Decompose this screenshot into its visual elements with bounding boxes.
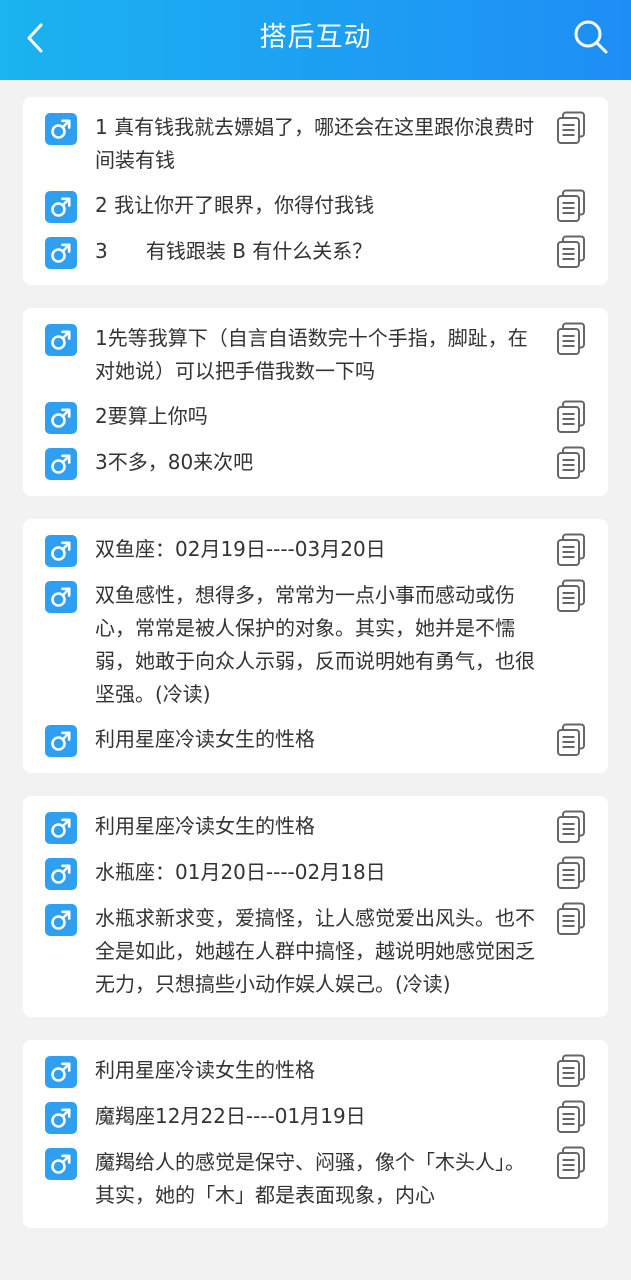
line-card: 1 真有钱我就去嫖娼了，哪还会在这里跟你浪费时间装有钱 2 我让你开了眼界，你得… bbox=[23, 97, 608, 285]
line-text: 3不多，80来次吧 bbox=[95, 450, 254, 474]
copy-icon[interactable] bbox=[556, 579, 586, 613]
list-item[interactable]: 魔羯给人的感觉是保守、闷骚，像个「木头人」。其实，她的「木」都是表面现象，内心 bbox=[23, 1146, 608, 1224]
line-text: 魔羯座12月22日----01月19日 bbox=[95, 1104, 366, 1128]
copy-icon[interactable] bbox=[556, 1054, 586, 1088]
male-icon bbox=[45, 448, 77, 480]
male-icon bbox=[45, 1056, 77, 1088]
copy-icon[interactable] bbox=[556, 723, 586, 757]
list-item[interactable]: 3不多，80来次吧 bbox=[23, 446, 608, 492]
copy-icon[interactable] bbox=[556, 1100, 586, 1134]
line-text: 2 我让你开了眼界，你得付我钱 bbox=[95, 193, 375, 217]
line-text: 1先等我算下（自言自语数完十个手指，脚趾，在对她说）可以把手借我数一下吗 bbox=[95, 326, 528, 383]
list-item[interactable]: 利用星座冷读女生的性格 bbox=[23, 723, 608, 769]
line-text: 1 真有钱我就去嫖娼了，哪还会在这里跟你浪费时间装有钱 bbox=[95, 115, 535, 172]
male-icon bbox=[45, 1148, 77, 1180]
line-text: 双鱼感性，想得多，常常为一点小事而感动或伤心，常常是被人保护的对象。其实，她并是… bbox=[95, 583, 535, 706]
line-text: 双鱼座：02月19日----03月20日 bbox=[95, 537, 386, 561]
male-icon bbox=[45, 858, 77, 890]
copy-icon[interactable] bbox=[556, 533, 586, 567]
male-icon bbox=[45, 904, 77, 936]
male-icon bbox=[45, 581, 77, 613]
male-icon bbox=[45, 725, 77, 757]
copy-icon[interactable] bbox=[556, 322, 586, 356]
card-list: 1 真有钱我就去嫖娼了，哪还会在这里跟你浪费时间装有钱 2 我让你开了眼界，你得… bbox=[23, 97, 608, 1251]
copy-icon[interactable] bbox=[556, 810, 586, 844]
line-text: 利用星座冷读女生的性格 bbox=[95, 814, 315, 838]
male-icon bbox=[45, 324, 77, 356]
line-card: 利用星座冷读女生的性格 水瓶座：01月20日----02月18日 水瓶求新求变，… bbox=[23, 796, 608, 1017]
copy-icon[interactable] bbox=[556, 856, 586, 890]
copy-icon[interactable] bbox=[556, 235, 586, 269]
list-item[interactable]: 2 我让你开了眼界，你得付我钱 bbox=[23, 189, 608, 235]
male-icon bbox=[45, 1102, 77, 1134]
list-item[interactable]: 利用星座冷读女生的性格 bbox=[23, 1054, 608, 1100]
line-text: 3 有钱跟装 B 有什么关系？ bbox=[95, 239, 373, 263]
male-icon bbox=[45, 402, 77, 434]
list-item[interactable]: 水瓶求新求变，爱搞怪，让人感觉爱出风头。也不全是如此，她越在人群中搞怪，越说明她… bbox=[23, 902, 608, 1013]
list-item[interactable]: 2要算上你吗 bbox=[23, 400, 608, 446]
line-text: 魔羯给人的感觉是保守、闷骚，像个「木头人」。其实，她的「木」都是表面现象，内心 bbox=[95, 1150, 525, 1207]
line-text: 利用星座冷读女生的性格 bbox=[95, 1058, 315, 1082]
list-item[interactable]: 双鱼座：02月19日----03月20日 bbox=[23, 533, 608, 579]
male-icon bbox=[45, 535, 77, 567]
line-text: 水瓶座：01月20日----02月18日 bbox=[95, 860, 386, 884]
copy-icon[interactable] bbox=[556, 1146, 586, 1180]
list-item[interactable]: 双鱼感性，想得多，常常为一点小事而感动或伤心，常常是被人保护的对象。其实，她并是… bbox=[23, 579, 608, 723]
app-header: 搭后互动 bbox=[0, 0, 631, 80]
list-item[interactable]: 利用星座冷读女生的性格 bbox=[23, 810, 608, 856]
line-text: 利用星座冷读女生的性格 bbox=[95, 727, 315, 751]
line-card: 1先等我算下（自言自语数完十个手指，脚趾，在对她说）可以把手借我数一下吗 2要算… bbox=[23, 308, 608, 496]
list-item[interactable]: 水瓶座：01月20日----02月18日 bbox=[23, 856, 608, 902]
search-icon bbox=[574, 20, 608, 54]
copy-icon[interactable] bbox=[556, 189, 586, 223]
male-icon bbox=[45, 237, 77, 269]
line-card: 双鱼座：02月19日----03月20日 双鱼感性，想得多，常常为一点小事而感动… bbox=[23, 519, 608, 773]
copy-icon[interactable] bbox=[556, 902, 586, 936]
line-text: 2要算上你吗 bbox=[95, 404, 208, 428]
line-card: 利用星座冷读女生的性格 魔羯座12月22日----01月19日 魔羯给人的感觉是… bbox=[23, 1040, 608, 1228]
list-item[interactable]: 3 有钱跟装 B 有什么关系？ bbox=[23, 235, 608, 281]
line-text: 水瓶求新求变，爱搞怪，让人感觉爱出风头。也不全是如此，她越在人群中搞怪，越说明她… bbox=[95, 906, 535, 996]
list-item[interactable]: 1 真有钱我就去嫖娼了，哪还会在这里跟你浪费时间装有钱 bbox=[23, 111, 608, 189]
page-title: 搭后互动 bbox=[259, 22, 372, 53]
copy-icon[interactable] bbox=[556, 400, 586, 434]
male-icon bbox=[45, 191, 77, 223]
copy-icon[interactable] bbox=[556, 446, 586, 480]
list-item[interactable]: 1先等我算下（自言自语数完十个手指，脚趾，在对她说）可以把手借我数一下吗 bbox=[23, 322, 608, 400]
male-icon bbox=[45, 812, 77, 844]
search-button[interactable] bbox=[571, 16, 611, 58]
male-icon bbox=[45, 113, 77, 145]
copy-icon[interactable] bbox=[556, 111, 586, 145]
list-item[interactable]: 魔羯座12月22日----01月19日 bbox=[23, 1100, 608, 1146]
